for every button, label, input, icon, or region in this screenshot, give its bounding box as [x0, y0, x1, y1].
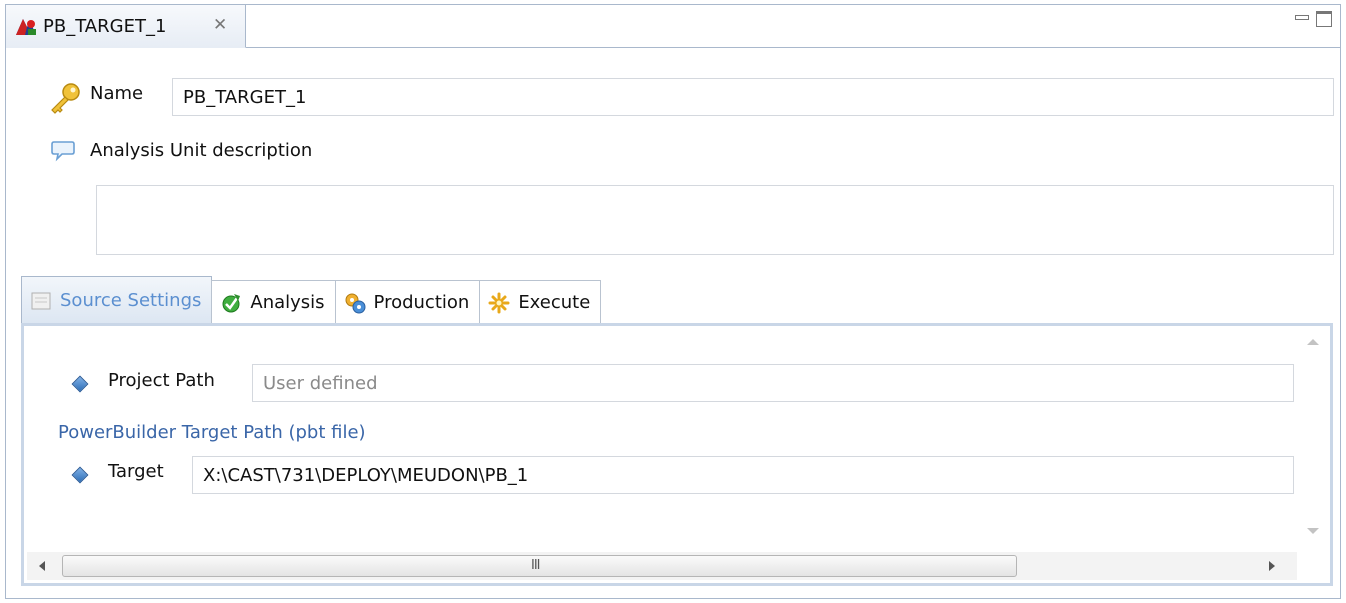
tab-production[interactable]: Production — [334, 280, 481, 324]
scroll-up-icon[interactable] — [1307, 339, 1319, 345]
editor-tab-title: PB_TARGET_1 — [43, 16, 167, 37]
description-textarea[interactable] — [96, 185, 1334, 255]
description-label: Analysis Unit description — [90, 140, 313, 161]
target-input[interactable] — [192, 456, 1294, 494]
required-diamond-icon — [71, 375, 89, 393]
name-input[interactable] — [172, 78, 1334, 116]
settings-tab-bar: Source Settings Analysis Production Exec… — [21, 276, 701, 324]
tab-label: Production — [373, 292, 470, 313]
production-icon — [344, 292, 366, 314]
tab-source-settings[interactable]: Source Settings — [21, 276, 213, 324]
horizontal-scrollbar[interactable]: III — [27, 552, 1297, 580]
close-tab-icon[interactable]: ✕ — [213, 15, 227, 35]
scrollbar-thumb[interactable]: III — [62, 555, 1017, 577]
scrollbar-grip: III — [531, 558, 540, 573]
execute-icon — [488, 292, 510, 314]
tab-analysis[interactable]: Analysis — [211, 280, 336, 324]
source-settings-icon — [30, 290, 52, 312]
key-icon — [51, 83, 80, 114]
scroll-right-icon[interactable] — [1269, 561, 1275, 571]
editor-tab-pb-target[interactable]: PB_TARGET_1 ✕ — [6, 5, 246, 48]
target-path-section-title: PowerBuilder Target Path (pbt file) — [58, 422, 366, 443]
editor-tab-strip: PB_TARGET_1 ✕ — [6, 5, 1340, 48]
required-diamond-icon — [71, 466, 89, 484]
scroll-down-icon[interactable] — [1307, 528, 1319, 534]
vertical-scrollbar[interactable] — [1299, 329, 1327, 544]
analysis-unit-editor: PB_TARGET_1 ✕ Name Analysis Unit descrip… — [5, 4, 1341, 599]
tab-execute[interactable]: Execute — [479, 280, 602, 324]
name-label: Name — [90, 83, 144, 104]
analysis-icon — [220, 292, 242, 314]
project-path-label: Project Path — [108, 370, 215, 391]
maximize-icon[interactable] — [1316, 11, 1332, 27]
source-settings-panel: Project Path PowerBuilder Target Path (p… — [21, 323, 1333, 586]
tab-label: Analysis — [250, 292, 325, 313]
window-controls — [1294, 11, 1332, 27]
project-path-input[interactable] — [252, 364, 1294, 402]
comment-icon — [51, 141, 75, 162]
powerbuilder-target-icon — [16, 19, 36, 35]
tab-label: Source Settings — [60, 290, 202, 311]
scroll-left-icon[interactable] — [39, 561, 45, 571]
minimize-icon[interactable] — [1294, 11, 1309, 25]
target-label: Target — [108, 461, 164, 482]
tab-label: Execute — [518, 292, 591, 313]
